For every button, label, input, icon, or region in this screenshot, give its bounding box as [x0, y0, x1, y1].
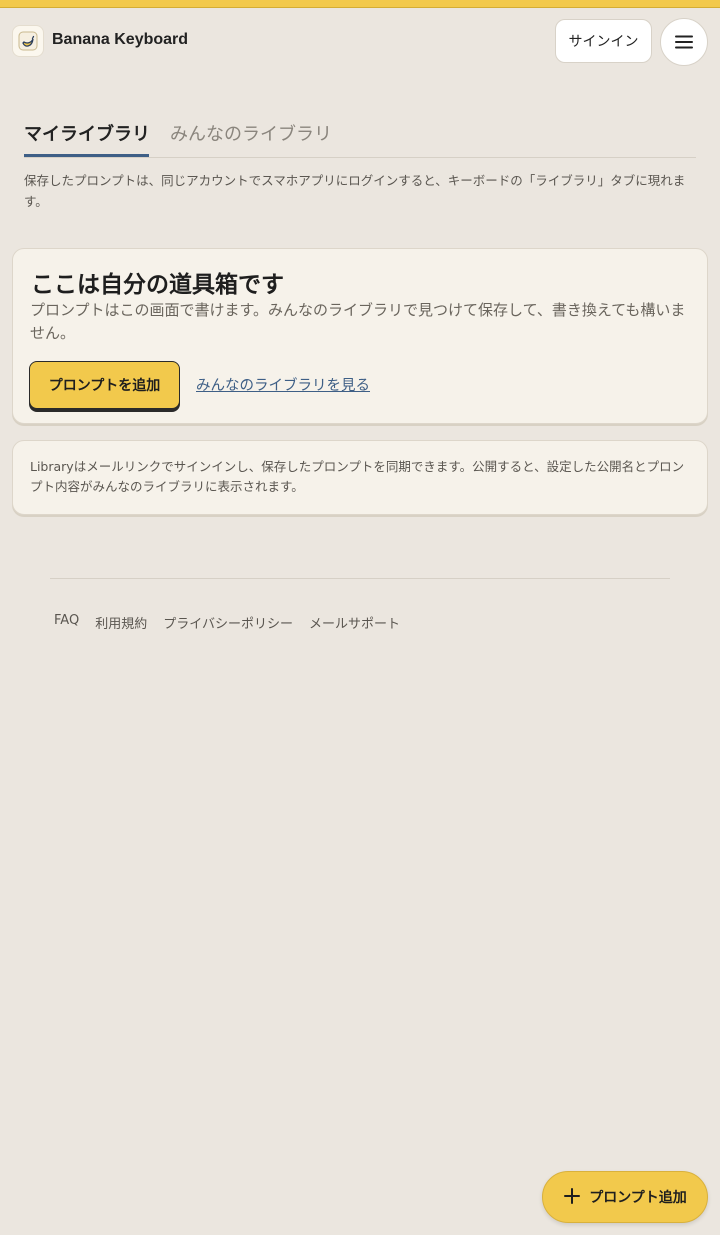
- library-tabs: マイライブラリ みんなのライブラリ: [24, 110, 696, 158]
- app-header: Banana Keyboard サインイン: [0, 8, 720, 74]
- view-community-library-link[interactable]: みんなのライブラリを見る: [196, 374, 370, 395]
- tab-community-library[interactable]: みんなのライブラリ: [170, 120, 332, 146]
- tab-my-library[interactable]: マイライブラリ: [24, 120, 150, 146]
- footer-link-faq[interactable]: FAQ: [54, 613, 79, 632]
- info-text: Libraryはメールリンクでサインインし、保存したプロンプトを同期できます。公…: [30, 459, 685, 494]
- top-accent-stripe: [0, 0, 720, 8]
- brand-name[interactable]: Banana Keyboard: [52, 31, 188, 49]
- sync-notice: 保存したプロンプトは、同じアカウントでスマホアプリにログインすると、キーボードの…: [24, 173, 686, 209]
- card-title: ここは自分の道具箱です: [31, 271, 284, 298]
- card-description: プロンプトはこの画面で書けます。みんなのライブラリで見つけて保存して、書き換えて…: [30, 301, 686, 342]
- footer-link-privacy[interactable]: プライバシーポリシー: [163, 613, 293, 632]
- footer-links: FAQ 利用規約 プライバシーポリシー メールサポート: [54, 613, 400, 632]
- active-tab-indicator: [24, 154, 149, 157]
- banana-logo-icon[interactable]: [12, 25, 44, 57]
- footer-link-terms[interactable]: 利用規約: [95, 613, 147, 632]
- empty-state-card: ここは自分の道具箱です プロンプトはこの画面で書けます。みんなのライブラリで見つ…: [12, 248, 708, 424]
- hamburger-menu-icon[interactable]: [660, 18, 708, 66]
- add-prompt-fab[interactable]: プロンプト追加: [542, 1171, 708, 1223]
- add-prompt-button[interactable]: プロンプトを追加: [29, 361, 180, 409]
- footer-divider: [50, 578, 670, 579]
- info-card: Libraryはメールリンクでサインインし、保存したプロンプトを同期できます。公…: [12, 440, 708, 515]
- plus-icon: [563, 1187, 581, 1208]
- fab-label: プロンプト追加: [589, 1189, 687, 1205]
- footer-link-support[interactable]: メールサポート: [309, 613, 400, 632]
- signin-button[interactable]: サインイン: [555, 19, 652, 63]
